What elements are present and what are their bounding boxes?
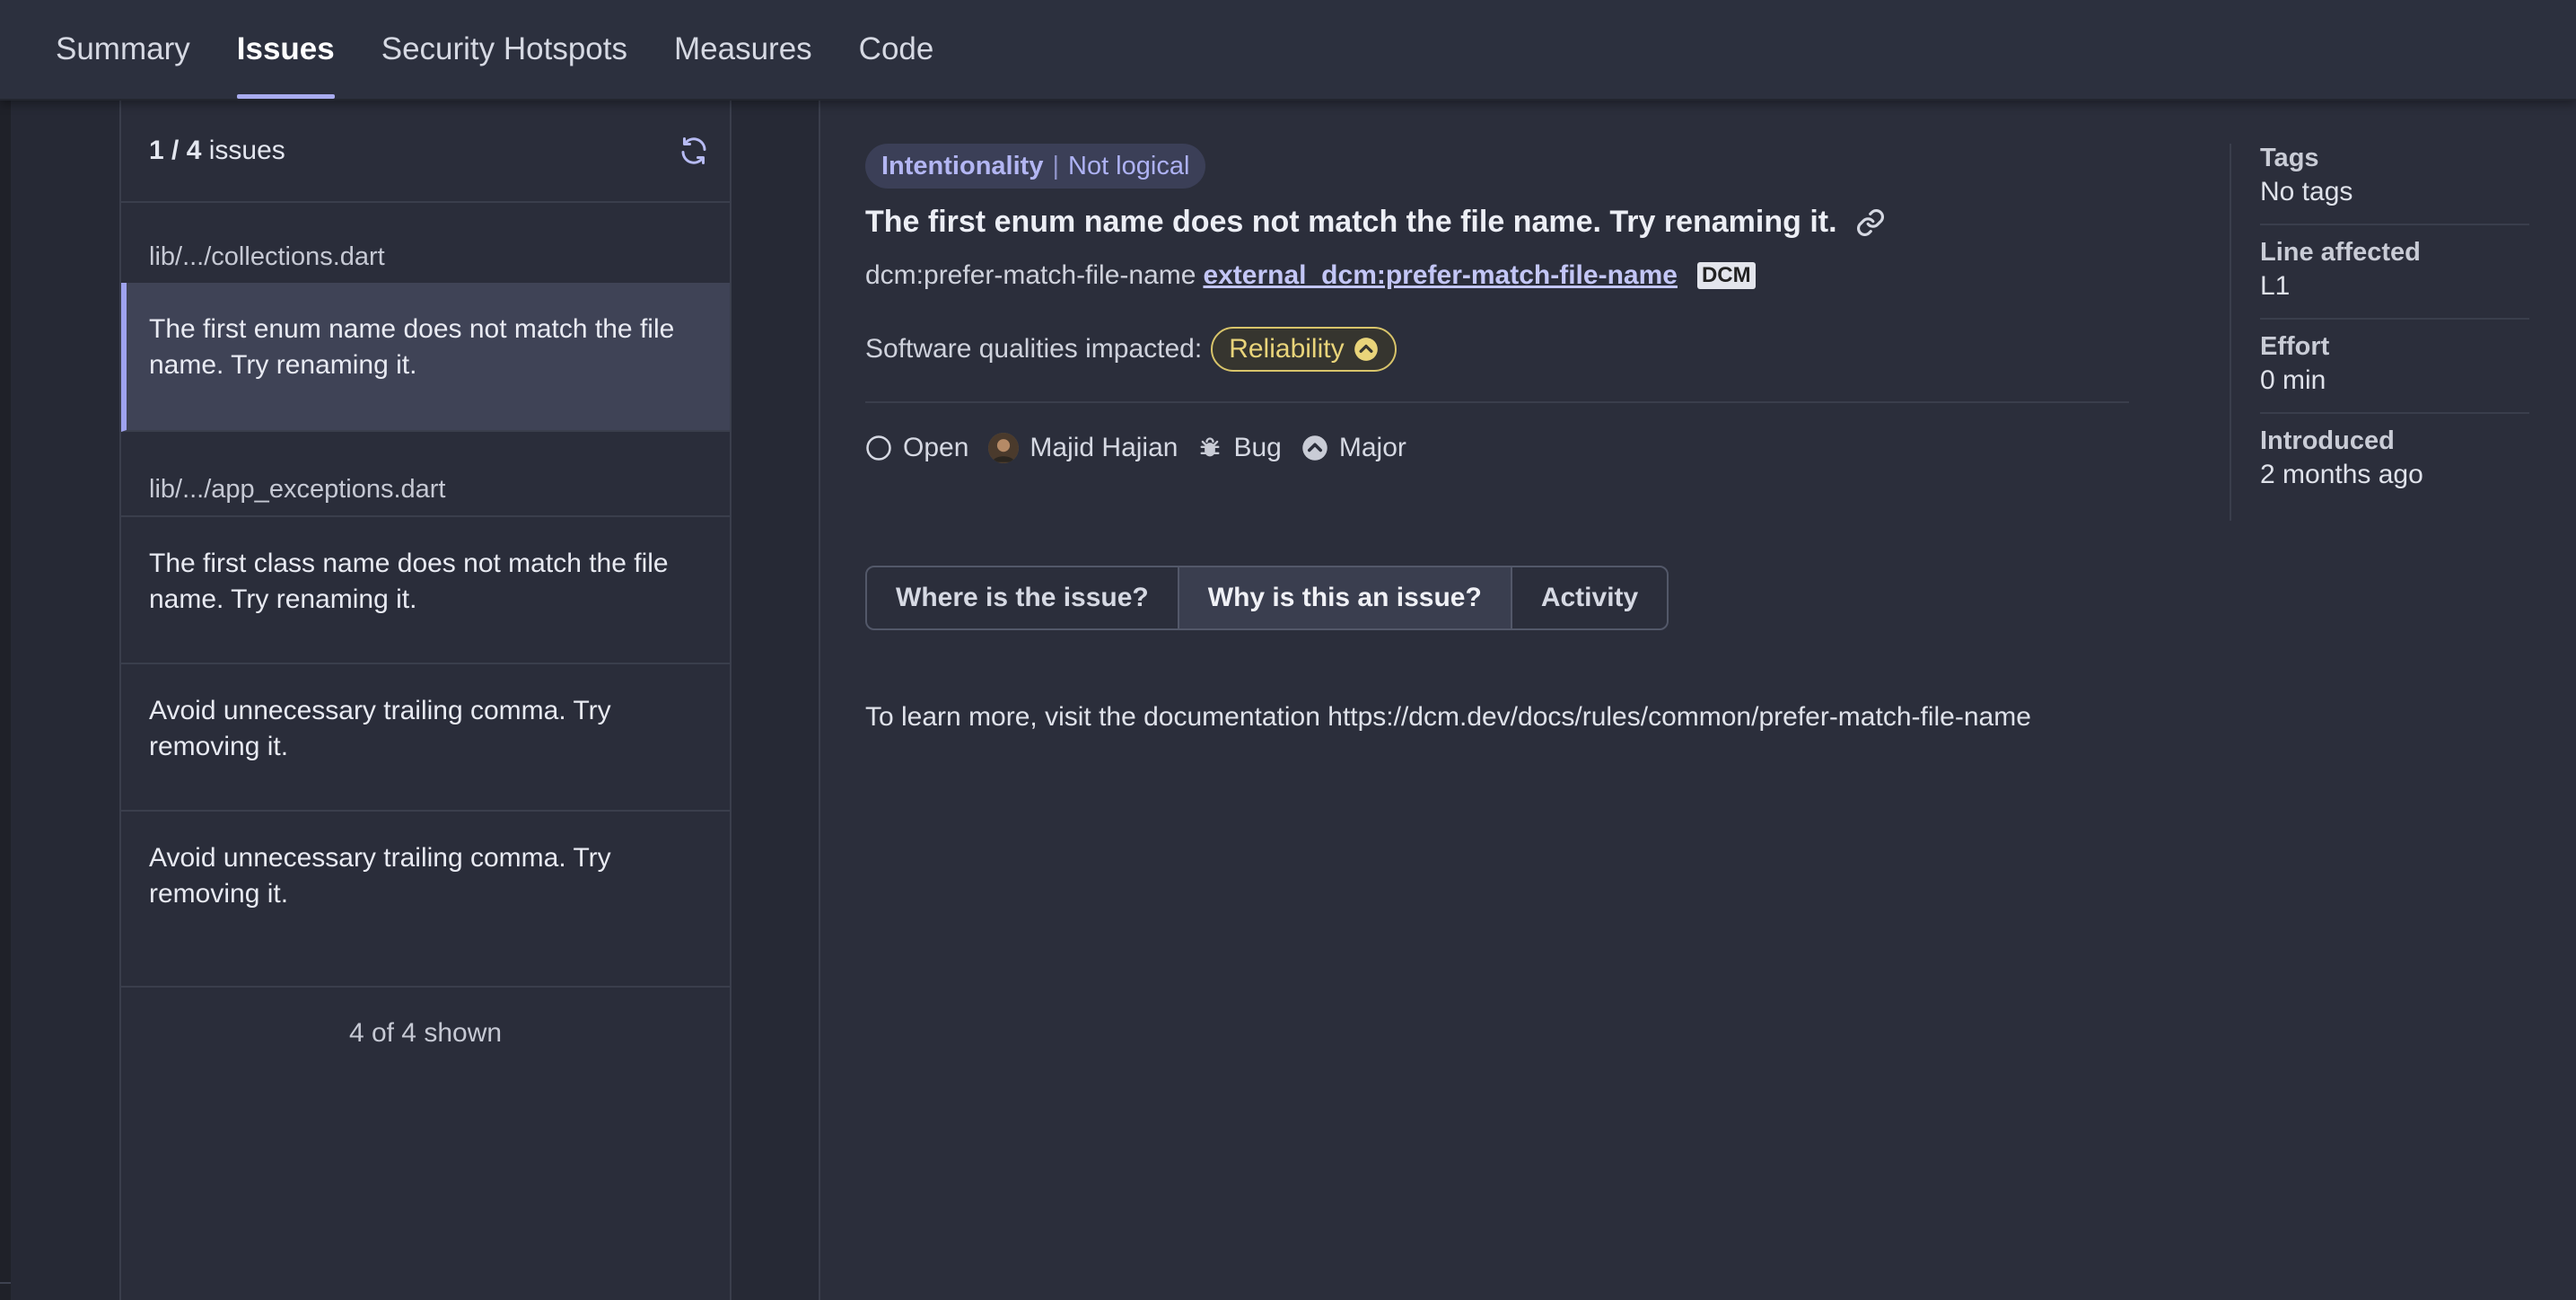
issue-list-header: 1 / 4 issues (121, 101, 730, 203)
issue-detail: Intentionality | Not logical The first e… (819, 101, 2576, 1300)
status-label: Open (903, 433, 969, 462)
permalink-icon[interactable] (1855, 207, 1886, 238)
badge-separator: | (1052, 151, 1059, 180)
clean-code-attribute-badge[interactable]: Intentionality | Not logical (865, 144, 1206, 189)
list-item[interactable]: The first class name does not match the … (121, 517, 730, 664)
tab-activity[interactable]: Activity (1512, 567, 1667, 628)
line-affected-value: L1 (2260, 271, 2291, 301)
issue-title: The first enum name does not match the f… (865, 205, 1886, 240)
panel-separator (732, 101, 819, 1300)
reliability-label: Reliability (1229, 334, 1345, 364)
list-item-selected[interactable]: The first enum name does not match the f… (121, 283, 730, 432)
tab-where-is-the-issue[interactable]: Where is the issue? (867, 567, 1179, 628)
tab-summary[interactable]: Summary (56, 0, 190, 99)
assignee-name: Majid Hajian (1030, 433, 1178, 462)
issue-list-panel: 1 / 4 issues lib/.../collections.dart Th… (119, 101, 732, 1300)
tab-measures[interactable]: Measures (674, 0, 812, 99)
detail-divider (865, 401, 2129, 403)
list-item[interactable]: Avoid unnecessary trailing comma. Try re… (121, 812, 730, 988)
engine-tag: DCM (1696, 262, 1756, 289)
status-dropdown[interactable]: Open (865, 433, 968, 463)
issue-type: Bug (1197, 433, 1282, 463)
effort-label: Effort (2260, 332, 2330, 361)
issue-sidebar: Tags No tags Line affected L1 Effort 0 m… (2230, 144, 2553, 521)
tags-value[interactable]: No tags (2260, 177, 2529, 207)
left-gutter (0, 101, 119, 1300)
issue-count-current: 1 (149, 136, 164, 165)
introduced-section: Introduced 2 months ago (2260, 426, 2529, 506)
assignee-dropdown[interactable]: Majid Hajian (988, 433, 1178, 463)
issue-meta: Open Majid Hajian Bug Major (865, 433, 1406, 463)
issue-detail-tabs: Where is the issue? Why is this an issue… (865, 566, 1669, 630)
rule-key: dcm:prefer-match-file-name (865, 260, 1196, 290)
severity-up-icon (1354, 338, 1378, 361)
bug-icon (1200, 437, 1220, 457)
line-affected-section: Line affected L1 (2260, 238, 2529, 320)
tab-why-is-this-an-issue[interactable]: Why is this an issue? (1178, 567, 1512, 628)
file-group-label: lib/.../app_exceptions.dart (121, 432, 730, 517)
severity-label: Major (1338, 433, 1406, 462)
issue-title-text: The first enum name does not match the f… (865, 205, 1837, 239)
issue-count: 1 / 4 issues (149, 136, 285, 165)
gutter-divider (0, 1282, 11, 1284)
line-affected-label: Line affected (2260, 238, 2421, 267)
qualities-label: Software qualities impacted: (865, 334, 1203, 364)
tab-issues[interactable]: Issues (236, 0, 335, 99)
introduced-label: Introduced (2260, 426, 2395, 455)
issue-count-suffix: issues (208, 136, 285, 165)
effort-section: Effort 0 min (2260, 332, 2529, 414)
issue-description: To learn more, visit the documentation h… (865, 702, 2031, 732)
issue-severity: Major (1301, 433, 1406, 463)
attribute-value: Not logical (1068, 151, 1190, 180)
reliability-pill[interactable]: Reliability (1211, 327, 1397, 372)
gutter-edge (0, 101, 11, 1300)
introduced-value: 2 months ago (2260, 460, 2423, 489)
effort-value: 0 min (2260, 365, 2326, 395)
tags-label: Tags (2260, 144, 2319, 172)
open-status-icon (866, 435, 891, 461)
tab-code[interactable]: Code (859, 0, 934, 99)
list-item[interactable]: Avoid unnecessary trailing comma. Try re… (121, 664, 730, 812)
rule-info: dcm:prefer-match-file-name external_dcm:… (865, 260, 1756, 291)
software-qualities: Software qualities impacted: Reliability (865, 327, 1397, 372)
major-severity-icon (1302, 435, 1327, 461)
issue-count-total: 4 (186, 136, 202, 165)
tags-section: Tags No tags (2260, 144, 2529, 225)
avatar (988, 433, 1020, 463)
refresh-icon[interactable] (678, 135, 710, 167)
project-nav: Summary Issues Security Hotspots Measure… (0, 0, 2576, 101)
file-group-label: lib/.../collections.dart (149, 242, 385, 271)
shown-count: 4 of 4 shown (348, 1018, 503, 1048)
attribute-label: Intentionality (881, 151, 1044, 180)
tab-security-hotspots[interactable]: Security Hotspots (381, 0, 627, 99)
rule-link[interactable]: external_dcm:prefer-match-file-name (1203, 260, 1678, 291)
issue-type-label: Bug (1233, 433, 1282, 462)
